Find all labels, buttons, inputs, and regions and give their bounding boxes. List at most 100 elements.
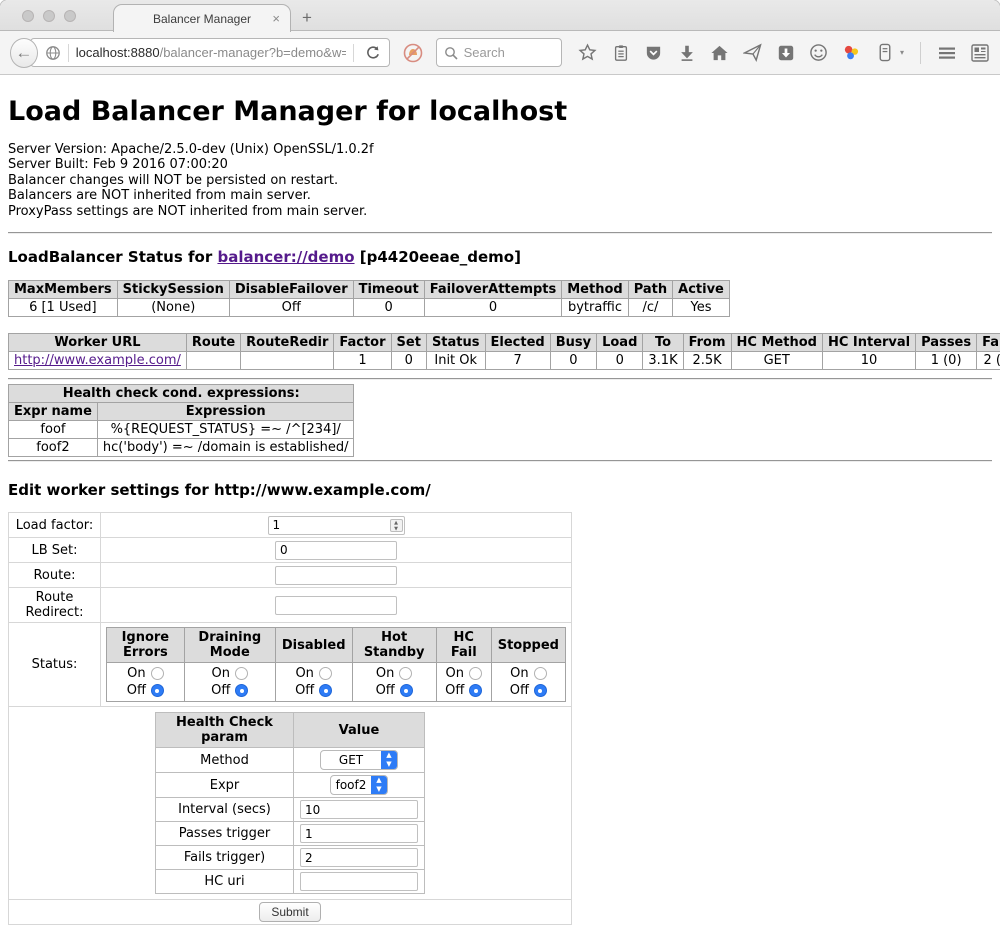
- column-header: Value: [294, 713, 425, 748]
- hot-standby-off-radio[interactable]: [400, 684, 413, 697]
- on-label: On: [127, 665, 145, 682]
- hc-method-selected-value: GET: [321, 753, 381, 767]
- on-label: On: [510, 665, 528, 682]
- search-placeholder: Search: [464, 45, 505, 60]
- lb-set-input[interactable]: [275, 541, 397, 560]
- column-header: To: [643, 334, 683, 352]
- downloads-icon[interactable]: [677, 43, 697, 63]
- search-icon: [444, 46, 458, 60]
- cell-hc-interval: 10: [822, 352, 915, 370]
- zoom-window-button[interactable]: [64, 10, 76, 22]
- route-redirect-input[interactable]: [275, 596, 397, 615]
- tab-balancer-manager[interactable]: Balancer Manager ×: [113, 4, 291, 32]
- column-header: MaxMembers: [9, 281, 118, 299]
- reload-icon[interactable]: [365, 45, 381, 61]
- health-check-row: Health Check param Value Method GET▲▼ Ex…: [9, 707, 572, 900]
- pocket-icon[interactable]: [644, 43, 664, 63]
- select-stepper-icon: ▲▼: [371, 775, 387, 795]
- column-header: HC Fail: [436, 628, 491, 663]
- off-label: Off: [127, 682, 146, 699]
- hc-fail-off-radio[interactable]: [469, 684, 482, 697]
- column-header: Hot Standby: [352, 628, 436, 663]
- column-header: Draining Mode: [184, 628, 275, 663]
- bookmarks-grid-icon[interactable]: [970, 43, 990, 63]
- disabled-off-radio[interactable]: [319, 684, 332, 697]
- status-cell-hot-standby: On Off: [352, 663, 436, 702]
- submit-button[interactable]: Submit: [259, 902, 320, 922]
- cell-worker-url: http://www.example.com/: [9, 352, 187, 370]
- close-window-button[interactable]: [22, 10, 34, 22]
- toolbar-buttons: ▾: [578, 42, 990, 64]
- column-header: Passes: [916, 334, 977, 352]
- select-stepper-icon: ▲▼: [381, 750, 397, 770]
- ignore-errors-on-radio[interactable]: [151, 667, 164, 680]
- worker-table: Worker URL Route RouteRedir Factor Set S…: [8, 333, 1000, 370]
- off-label: Off: [510, 682, 529, 699]
- address-text[interactable]: localhost:8880/balancer-manager?b=demo&w…: [76, 45, 346, 60]
- hc-expr-selected-value: foof2: [331, 778, 371, 792]
- colored-dots-icon[interactable]: [842, 43, 862, 63]
- back-button[interactable]: ←: [10, 38, 38, 68]
- hc-interval-input[interactable]: [300, 800, 418, 819]
- send-icon[interactable]: [743, 43, 763, 63]
- stopped-on-radio[interactable]: [534, 667, 547, 680]
- disabled-on-radio[interactable]: [319, 667, 332, 680]
- server-info: Server Version: Apache/2.5.0-dev (Unix) …: [8, 142, 992, 219]
- reading-list-icon[interactable]: [611, 43, 631, 63]
- server-version-line: Server Version: Apache/2.5.0-dev (Unix) …: [8, 142, 992, 157]
- route-row: Route:: [9, 563, 572, 588]
- status-cell-disabled: On Off: [275, 663, 352, 702]
- menu-icon[interactable]: [937, 43, 957, 63]
- chat-smiley-icon[interactable]: [809, 43, 829, 63]
- url-bar[interactable]: localhost:8880/balancer-manager?b=demo&w…: [30, 38, 390, 67]
- table-row: foof %{REQUEST_STATUS} =~ /^[234]/: [9, 421, 354, 439]
- bookmark-star-icon[interactable]: [578, 43, 598, 63]
- hc-uri-input[interactable]: [300, 872, 418, 891]
- hc-method-row: Method GET▲▼: [156, 748, 425, 773]
- hc-fail-on-radio[interactable]: [469, 667, 482, 680]
- urlbar-divider2: [353, 44, 354, 62]
- route-redirect-label: Route Redirect:: [9, 588, 101, 623]
- tab-close-icon[interactable]: ×: [272, 11, 280, 26]
- balancer-status-table: MaxMembers StickySession DisableFailover…: [8, 280, 730, 317]
- cell-active: Yes: [673, 299, 730, 317]
- container-tab-icon[interactable]: [875, 43, 895, 63]
- load-factor-input[interactable]: [268, 516, 405, 535]
- status-cell-draining-mode: On Off: [184, 663, 275, 702]
- new-tab-button[interactable]: +: [302, 8, 312, 28]
- balancer-demo-link[interactable]: balancer://demo: [217, 248, 354, 266]
- page-title: Load Balancer Manager for localhost: [8, 75, 992, 127]
- draining-mode-off-radio[interactable]: [235, 684, 248, 697]
- search-bar[interactable]: Search: [436, 38, 562, 67]
- ignore-errors-off-radio[interactable]: [151, 684, 164, 697]
- home-icon[interactable]: [710, 43, 730, 63]
- extension-download-icon[interactable]: [776, 43, 796, 63]
- table-row: 6 [1 Used] (None) Off 0 0 bytraffic /c/ …: [9, 299, 730, 317]
- hc-fails-input[interactable]: [300, 848, 418, 867]
- table-title-row: Health check cond. expressions:: [9, 385, 354, 403]
- cell-busy: 0: [550, 352, 596, 370]
- worker-url-link[interactable]: http://www.example.com/: [14, 353, 181, 368]
- expressions-title: Health check cond. expressions:: [9, 385, 354, 403]
- cell-maxmembers: 6 [1 Used]: [9, 299, 118, 317]
- column-header: Health Check param: [156, 713, 294, 748]
- column-header: HC Method: [731, 334, 822, 352]
- route-input[interactable]: [275, 566, 397, 585]
- draining-mode-on-radio[interactable]: [235, 667, 248, 680]
- stopped-off-radio[interactable]: [534, 684, 547, 697]
- column-header: Fails: [977, 334, 1000, 352]
- server-built-line: Server Built: Feb 9 2016 07:00:20: [8, 157, 992, 172]
- container-caret-icon[interactable]: ▾: [900, 48, 904, 57]
- hc-expr-select[interactable]: foof2▲▼: [330, 775, 388, 795]
- route-label: Route:: [9, 563, 101, 588]
- hc-passes-row: Passes trigger: [156, 822, 425, 846]
- hc-method-select[interactable]: GET▲▼: [320, 750, 398, 770]
- minimize-window-button[interactable]: [43, 10, 55, 22]
- hc-passes-input[interactable]: [300, 824, 418, 843]
- number-stepper-icon[interactable]: ▲▼: [390, 519, 403, 532]
- column-header: Route: [186, 334, 240, 352]
- adblock-icon[interactable]: [402, 42, 424, 64]
- cell-fails: 2 (0): [977, 352, 1000, 370]
- hot-standby-on-radio[interactable]: [399, 667, 412, 680]
- window-controls[interactable]: [22, 10, 76, 22]
